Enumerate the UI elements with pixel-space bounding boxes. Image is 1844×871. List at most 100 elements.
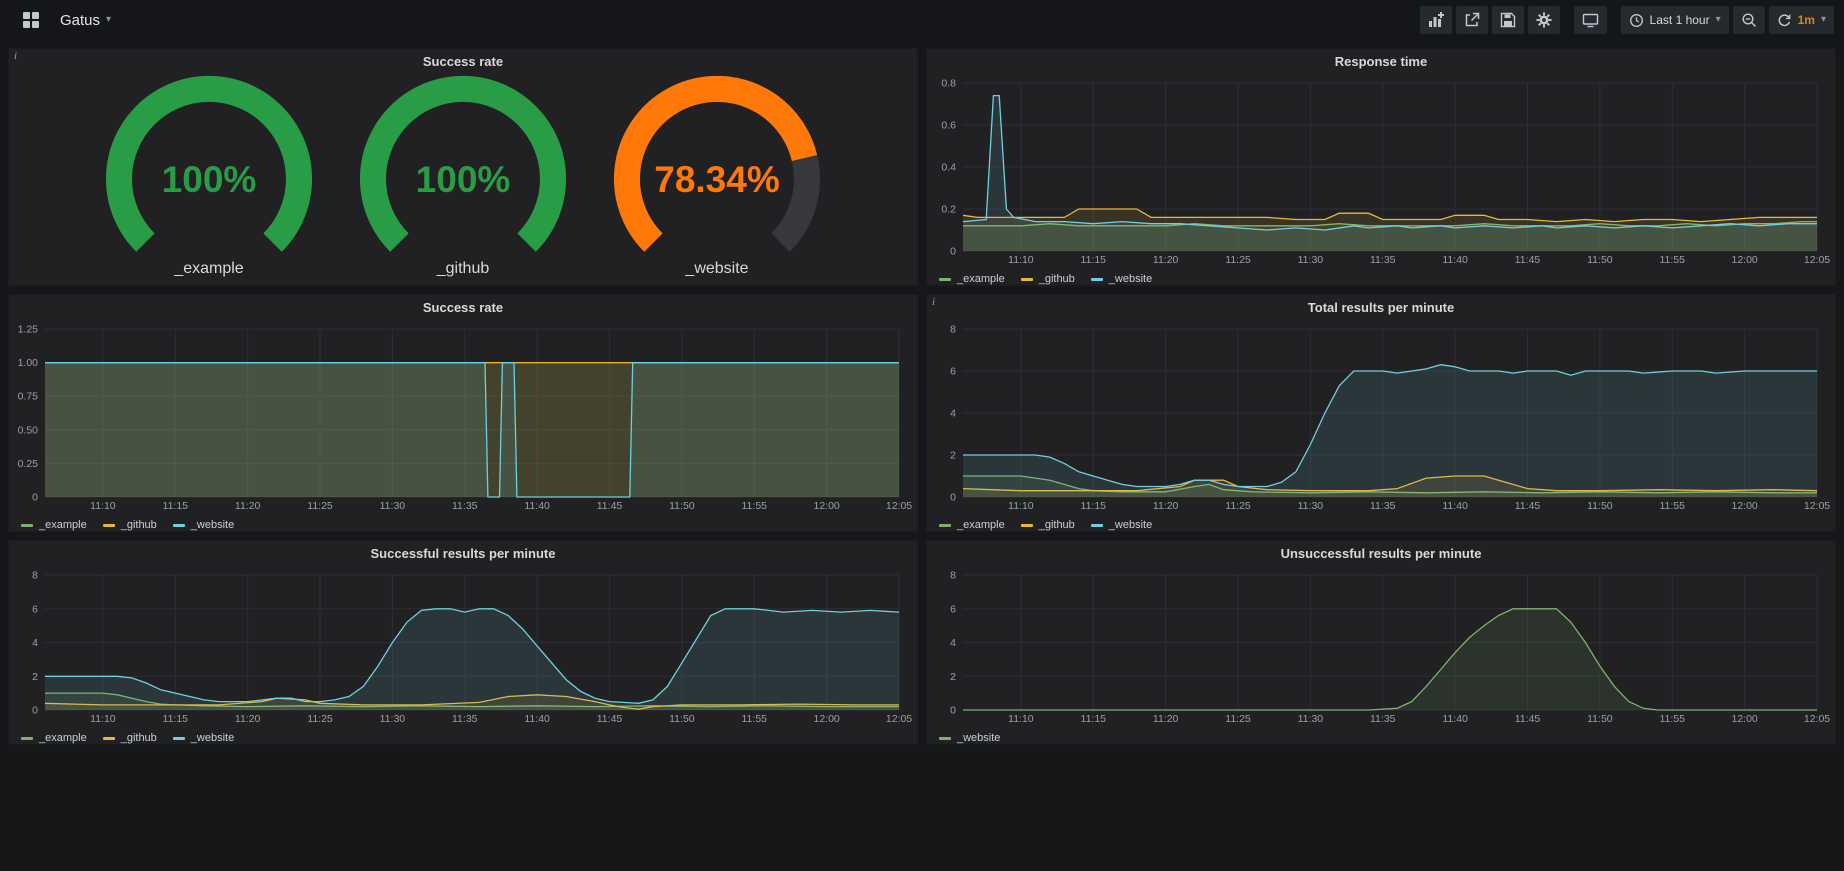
caret-down-icon: ▾	[1716, 15, 1721, 25]
legend-color-key	[1021, 524, 1033, 527]
save-button[interactable]	[1492, 6, 1524, 34]
legend-series-name: _github	[1039, 273, 1075, 285]
legend-item-github[interactable]: _github	[103, 519, 157, 531]
svg-text:11:30: 11:30	[1298, 500, 1324, 512]
svg-text:11:10: 11:10	[1008, 713, 1034, 725]
legend-item-example[interactable]: _example	[21, 732, 87, 744]
svg-text:12:00: 12:00	[813, 713, 839, 725]
panel-title[interactable]: Success rate	[9, 49, 917, 75]
series-_website	[45, 363, 899, 497]
chart-area[interactable]: 11:1011:1511:2011:2511:3011:3511:4011:45…	[927, 567, 1835, 731]
legend-color-key	[21, 737, 33, 740]
legend-item-website[interactable]: _website	[173, 732, 234, 744]
legend-item-example[interactable]: _example	[939, 519, 1005, 531]
legend-item-github[interactable]: _github	[103, 732, 157, 744]
svg-text:12:00: 12:00	[813, 500, 839, 512]
tv-mode-button[interactable]	[1574, 6, 1607, 34]
panel-title[interactable]: Response time	[927, 49, 1835, 75]
svg-text:1.25: 1.25	[18, 324, 39, 336]
svg-text:11:55: 11:55	[742, 713, 768, 725]
chart-legend: _example _github _website	[9, 731, 917, 745]
legend-series-name: _website	[957, 732, 1000, 744]
legend-series-name: _website	[191, 732, 234, 744]
chart-canvas[interactable]: 11:1011:1511:2011:2511:3011:3511:4011:45…	[9, 321, 917, 513]
legend-item-website[interactable]: _website	[1091, 519, 1152, 531]
panel-response-time: Response time 11:1011:1511:2011:2511:301…	[926, 48, 1836, 286]
legend-color-key	[939, 278, 951, 281]
chart-area[interactable]: 11:1011:1511:2011:2511:3011:3511:4011:45…	[9, 567, 917, 731]
chart-area[interactable]: 11:1011:1511:2011:2511:3011:3511:4011:45…	[9, 321, 917, 518]
chart-canvas[interactable]: 11:1011:1511:2011:2511:3011:3511:4011:45…	[927, 321, 1835, 513]
gauge-value: 78.34%	[654, 159, 780, 200]
svg-text:4: 4	[950, 637, 956, 649]
legend-item-website[interactable]: _website	[173, 519, 234, 531]
legend-item-example[interactable]: _example	[21, 519, 87, 531]
legend-item-example[interactable]: _example	[939, 273, 1005, 285]
svg-text:11:50: 11:50	[669, 500, 695, 512]
svg-text:11:45: 11:45	[597, 500, 623, 512]
time-range-picker[interactable]: Last 1 hour ▾	[1621, 6, 1729, 34]
gauge-label: _example	[82, 260, 336, 278]
chart-area[interactable]: 11:1011:1511:2011:2511:3011:3511:4011:45…	[927, 75, 1835, 272]
panel-title[interactable]: Unsuccessful results per minute	[927, 541, 1835, 567]
svg-text:0.25: 0.25	[18, 458, 39, 470]
svg-text:12:00: 12:00	[1731, 500, 1757, 512]
svg-text:11:25: 11:25	[1225, 713, 1251, 725]
legend-item-website[interactable]: _website	[1091, 273, 1152, 285]
legend-item-website[interactable]: _website	[939, 732, 1000, 744]
svg-text:11:15: 11:15	[163, 713, 189, 725]
svg-text:11:20: 11:20	[1153, 713, 1179, 725]
legend-series-name: _example	[39, 519, 87, 531]
gauge-label: _website	[590, 260, 844, 278]
legend-series-name: _github	[121, 519, 157, 531]
chart-area[interactable]: 11:1011:1511:2011:2511:3011:3511:4011:45…	[927, 321, 1835, 518]
panel-success-rate-gauges: i Success rate 100%_example100%_github 78…	[8, 48, 918, 286]
chart-legend: _example _github _website	[927, 518, 1835, 532]
gauge-label: _github	[336, 260, 590, 278]
zoom-out-button[interactable]	[1733, 6, 1765, 34]
svg-text:11:45: 11:45	[1515, 254, 1541, 266]
svg-text:0: 0	[32, 705, 38, 717]
svg-text:11:20: 11:20	[1153, 500, 1179, 512]
legend-color-key	[173, 737, 185, 740]
panel-title[interactable]: Success rate	[9, 295, 917, 321]
svg-text:11:50: 11:50	[1587, 713, 1613, 725]
gauge-github: 100%_github	[336, 75, 590, 278]
svg-text:11:30: 11:30	[380, 713, 406, 725]
svg-text:0: 0	[950, 246, 956, 258]
svg-text:8: 8	[32, 570, 38, 582]
add-panel-button[interactable]	[1420, 6, 1452, 34]
chart-canvas[interactable]: 11:1011:1511:2011:2511:3011:3511:4011:45…	[927, 567, 1835, 726]
legend-color-key	[1021, 278, 1033, 281]
chart-canvas[interactable]: 11:1011:1511:2011:2511:3011:3511:4011:45…	[9, 567, 917, 726]
settings-button[interactable]	[1528, 6, 1560, 34]
svg-text:11:55: 11:55	[1660, 254, 1686, 266]
share-button[interactable]	[1456, 6, 1488, 34]
legend-item-github[interactable]: _github	[1021, 273, 1075, 285]
gauge-canvas: 100%	[82, 75, 336, 259]
panel-title[interactable]: Total results per minute	[927, 295, 1835, 321]
legend-item-github[interactable]: _github	[1021, 519, 1075, 531]
legend-series-name: _github	[1039, 519, 1075, 531]
refresh-button[interactable]: 1m ▾	[1769, 6, 1834, 34]
legend-series-name: _website	[191, 519, 234, 531]
chart-canvas[interactable]: 11:1011:1511:2011:2511:3011:3511:4011:45…	[927, 75, 1835, 267]
gauge-canvas: 100%	[336, 75, 590, 259]
svg-text:11:30: 11:30	[380, 500, 406, 512]
legend-color-key	[939, 737, 951, 740]
svg-text:12:05: 12:05	[886, 500, 912, 512]
svg-text:12:05: 12:05	[886, 713, 912, 725]
dashboard-grid-button[interactable]	[14, 6, 48, 34]
dashboard-title-dropdown[interactable]: Gatus ▾	[52, 6, 119, 34]
svg-text:11:40: 11:40	[1442, 500, 1468, 512]
svg-text:11:25: 11:25	[307, 713, 333, 725]
panel-info-icon[interactable]: i	[14, 50, 17, 62]
svg-text:11:50: 11:50	[669, 713, 695, 725]
svg-text:11:35: 11:35	[1370, 254, 1396, 266]
panel-info-icon[interactable]: i	[932, 296, 935, 308]
panel-successful-results: Successful results per minute 11:1011:15…	[8, 540, 918, 745]
panel-title[interactable]: Successful results per minute	[9, 541, 917, 567]
add-panel-icon	[1428, 12, 1444, 28]
svg-text:8: 8	[950, 570, 956, 582]
svg-text:4: 4	[32, 637, 38, 649]
